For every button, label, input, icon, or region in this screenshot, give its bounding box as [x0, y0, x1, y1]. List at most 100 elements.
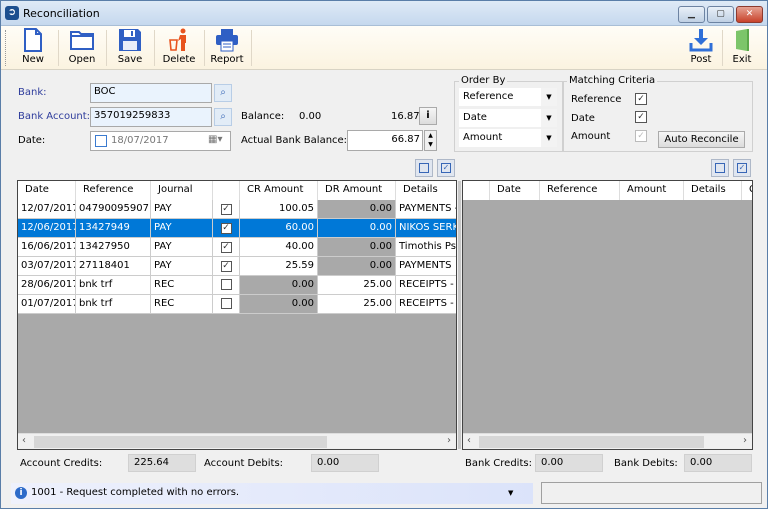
new-button[interactable]: New — [13, 28, 53, 68]
table-row[interactable]: 03/07/2017 27118401 PAY ✓ 25.59 0.00 PAYMENTS — [18, 257, 456, 276]
checked-checkbox-icon[interactable]: ✓ — [220, 242, 232, 253]
exit-button[interactable]: Exit — [725, 28, 759, 68]
minimize-button[interactable]: ▁ — [678, 6, 705, 23]
column-header-check[interactable] — [463, 181, 490, 200]
scroll-left-icon[interactable]: ‹ — [467, 435, 471, 446]
bank-field[interactable]: BOC — [90, 83, 212, 103]
order-by-combo-1[interactable]: Reference ▼ — [459, 88, 557, 106]
match-date-checkbox[interactable]: ✓ — [635, 111, 647, 123]
status-bar[interactable]: i 1001 - Request completed with no error… — [11, 483, 533, 504]
scroll-left-icon[interactable]: ‹ — [22, 435, 26, 446]
checked-checkbox-icon[interactable]: ✓ — [220, 223, 232, 234]
toolbar-separator — [204, 30, 205, 66]
balance-spinner[interactable]: ▲ ▼ — [424, 130, 437, 151]
table-row[interactable]: 12/06/2017 13427949 PAY ✓ 60.00 0.00 NIKOS SER… — [18, 219, 456, 238]
table-row[interactable]: 12/07/2017 04790095907 PAY ✓ 100.05 0.00 PAYME… — [18, 200, 456, 219]
cell-journal: PAY — [151, 238, 213, 257]
pane-splitter[interactable] — [458, 181, 461, 449]
scroll-thumb[interactable] — [34, 436, 327, 448]
account-transactions-grid[interactable]: Date Reference Journal CR Amount DR Amou… — [17, 180, 457, 450]
column-header-check[interactable] — [213, 181, 240, 200]
empty-checkbox-icon[interactable] — [220, 279, 232, 290]
combo-value: Date — [463, 112, 487, 123]
cell-reconciled-checkbox[interactable]: ✓ — [213, 200, 240, 219]
auto-reconcile-button[interactable]: Auto Reconcile — [658, 131, 745, 148]
date-enable-checkbox[interactable] — [95, 135, 107, 147]
new-label: New — [22, 54, 44, 65]
cell-reconciled-checkbox[interactable] — [213, 295, 240, 314]
dropdown-arrow-icon: ▼ — [541, 129, 557, 147]
matching-criteria-title: Matching Criteria — [567, 75, 658, 86]
account-credits-label: Account Credits: — [20, 458, 103, 469]
cell-dr-amount: 0.00 — [318, 219, 396, 238]
bank-account-search-button[interactable]: ⌕ — [214, 108, 232, 126]
save-button[interactable]: Save — [110, 28, 150, 68]
column-header-reference[interactable]: Reference — [76, 181, 151, 200]
empty-checkbox-icon[interactable] — [220, 298, 232, 309]
account-grid-hscroll[interactable]: ‹ › — [18, 433, 456, 449]
cell-date: 12/06/2017 — [18, 219, 76, 238]
printer-icon — [216, 29, 238, 52]
deselect-all-bank-button[interactable] — [711, 159, 729, 177]
cell-reconciled-checkbox[interactable]: ✓ — [213, 257, 240, 276]
column-header-journal[interactable]: Journal — [151, 181, 213, 200]
info-button[interactable]: i — [419, 107, 437, 125]
checked-checkbox-icon[interactable]: ✓ — [220, 261, 232, 272]
door-exit-icon — [736, 29, 749, 51]
checked-checkbox-icon: ✓ — [737, 163, 747, 173]
scroll-thumb[interactable] — [479, 436, 704, 448]
column-header-date[interactable]: Date — [18, 181, 76, 200]
cell-journal: PAY — [151, 200, 213, 219]
toolbar-separator — [106, 30, 107, 66]
cell-cr-amount: 60.00 — [240, 219, 318, 238]
bank-search-button[interactable]: ⌕ — [214, 84, 232, 102]
select-all-bank-button[interactable]: ✓ — [733, 159, 751, 177]
match-amount-label: Amount — [571, 131, 611, 142]
bank-transactions-grid[interactable]: Date Reference Amount Details C ‹ › — [462, 180, 753, 450]
deselect-all-account-button[interactable] — [415, 159, 433, 177]
order-by-title: Order By — [459, 75, 508, 86]
column-header-dr-amount[interactable]: DR Amount — [318, 181, 396, 200]
cell-cr-amount: 40.00 — [240, 238, 318, 257]
folder-icon — [70, 31, 94, 50]
toolbar-grip[interactable] — [5, 30, 7, 66]
calendar-dropdown-icon[interactable]: ▦▾ — [208, 134, 222, 145]
status-dropdown-icon[interactable]: ▼ — [508, 483, 513, 503]
date-picker[interactable]: 18/07/2017 ▦▾ — [90, 131, 231, 151]
column-header-details[interactable]: Details — [396, 181, 456, 200]
post-button[interactable]: Post — [683, 28, 719, 68]
cell-reconciled-checkbox[interactable]: ✓ — [213, 219, 240, 238]
close-button[interactable]: ✕ — [736, 6, 763, 23]
cell-cr-amount: 100.05 — [240, 200, 318, 219]
column-header-reference[interactable]: Reference — [540, 181, 620, 200]
balance-value: 0.00 — [299, 111, 322, 122]
column-header-details[interactable]: Details — [684, 181, 742, 200]
cell-reconciled-checkbox[interactable] — [213, 276, 240, 295]
order-by-combo-2[interactable]: Date ▼ — [459, 109, 557, 127]
open-button[interactable]: Open — [62, 28, 102, 68]
checked-checkbox-icon[interactable]: ✓ — [220, 204, 232, 215]
table-row[interactable]: 28/06/2017 bnk trf REC 0.00 25.00 RECEIPTS - … — [18, 276, 456, 295]
actual-bank-balance-label: Actual Bank Balance: — [241, 135, 348, 146]
cell-dr-amount: 0.00 — [318, 200, 396, 219]
exit-label: Exit — [732, 54, 752, 65]
bank-account-field[interactable]: 357019259833 — [90, 107, 212, 127]
column-header-amount[interactable]: Amount — [620, 181, 684, 200]
actual-bank-balance-input[interactable]: 66.87 — [347, 130, 423, 151]
bank-grid-hscroll[interactable]: ‹ › — [463, 433, 752, 449]
column-header-cr-amount[interactable]: CR Amount — [240, 181, 318, 200]
delete-button[interactable]: Delete — [158, 28, 200, 68]
cell-reconciled-checkbox[interactable]: ✓ — [213, 238, 240, 257]
cell-journal: REC — [151, 276, 213, 295]
order-by-combo-3[interactable]: Amount ▼ — [459, 129, 557, 147]
maximize-button[interactable]: ▢ — [707, 6, 734, 23]
report-button[interactable]: Report — [207, 28, 247, 68]
match-reference-checkbox[interactable]: ✓ — [635, 93, 647, 105]
table-row[interactable]: 01/07/2017 bnk trf REC 0.00 25.00 RECEIPTS - … — [18, 295, 456, 314]
scroll-right-icon[interactable]: › — [743, 435, 747, 446]
table-row[interactable]: 16/06/2017 13427950 PAY ✓ 40.00 0.00 Timothis … — [18, 238, 456, 257]
column-header-c[interactable]: C — [742, 181, 752, 200]
scroll-right-icon[interactable]: › — [447, 435, 451, 446]
select-all-account-button[interactable]: ✓ — [437, 159, 455, 177]
column-header-date[interactable]: Date — [490, 181, 540, 200]
